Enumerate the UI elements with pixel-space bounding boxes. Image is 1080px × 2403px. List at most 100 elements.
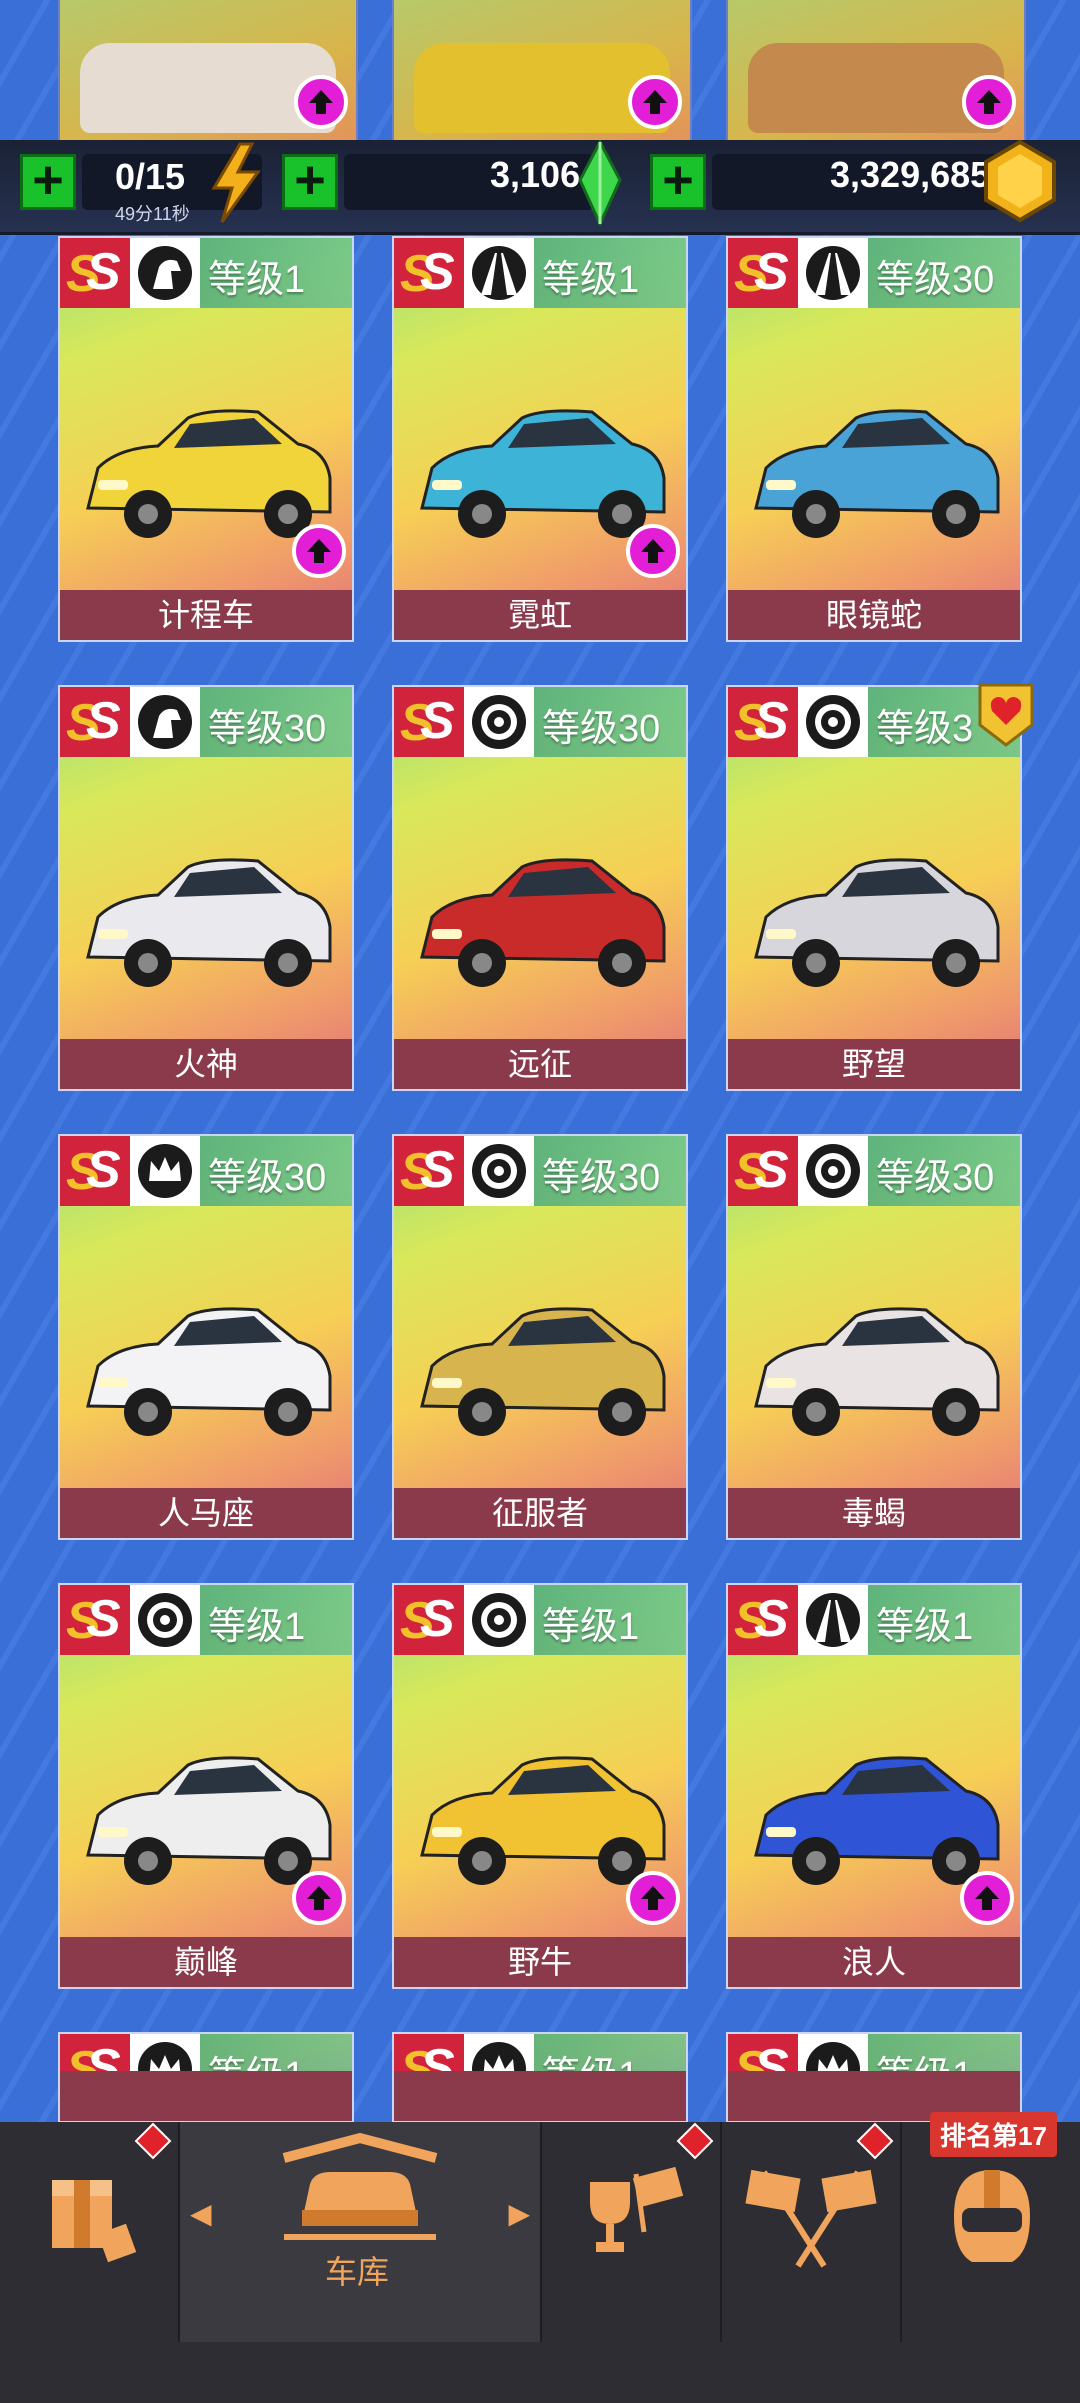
upgrade-icon[interactable] [626,524,680,578]
partial-car-card[interactable] [58,0,358,147]
car-image [86,409,332,538]
shop-icon [52,2180,137,2263]
car-name: 眼镜蛇 [728,590,1020,640]
ss-rank-icon: SS [60,238,130,308]
upgrade-icon[interactable] [628,75,682,129]
car-card[interactable]: SS 等级30 人马座 [58,1134,354,1540]
car-image [86,858,332,987]
nav-championships[interactable] [542,2122,722,2342]
car-card[interactable]: SS 等级30 远征 [392,685,688,1091]
ss-rank-icon: SS [728,687,798,757]
car-name: 毒蝎 [728,1488,1020,1538]
road-class-icon [798,238,868,308]
nav-leaderboard[interactable]: 排名第17 [902,2112,1080,2342]
trophy-flag-icon [590,2166,684,2252]
car-level: 等级3 [876,708,974,750]
notification-dot [856,2122,894,2160]
car-name: 远征 [394,1039,686,1089]
car-image [86,1307,332,1436]
add-energy-button[interactable]: + [20,153,76,210]
car-card[interactable]: SS 等级30 火神 [58,685,354,1091]
car-image [86,1756,332,1885]
car-level: 等级30 [876,259,995,301]
car-level: 等级1 [876,1606,974,1648]
upgrade-icon[interactable] [962,75,1016,129]
car-card[interactable]: SS 等级30 征服者 [392,1134,688,1540]
ss-rank-icon: SS [728,1585,798,1655]
checkered-flags-icon [745,2169,877,2268]
ss-rank-icon: SS [394,1136,464,1206]
upgrade-icon[interactable] [294,75,348,129]
tire-class-icon [798,1136,868,1206]
upgrade-icon[interactable] [292,1871,346,1925]
knight-class-icon [130,238,200,308]
car-image [420,1756,666,1885]
rank-badge: 排名第17 [930,2112,1057,2157]
tire-class-icon [798,687,868,757]
car-image [754,858,1000,987]
tire-class-icon [130,1585,200,1655]
coins-count: 3,329,685 [830,154,991,195]
gems-count: 3,106 [490,154,581,195]
garage-label: 车库 [325,2254,390,2290]
ss-rank-icon: SS [60,687,130,757]
add-gems-button[interactable]: + [282,153,338,210]
energy-count: 0/15 [115,156,186,197]
car-name: 火神 [60,1039,352,1089]
car-card[interactable]: SS 等级1 [726,2032,1022,2123]
add-coins-button[interactable]: + [650,153,706,210]
car-name: 霓虹 [394,590,686,640]
ss-rank-icon: SS [394,1585,464,1655]
nav-races[interactable] [722,2122,902,2342]
car-name [60,2071,352,2121]
ss-rank-icon: SS [728,238,798,308]
bottom-nav: ◀ ▶ 车库 排名第17 [0,2112,1080,2403]
car-level: 等级1 [208,259,306,301]
car-image [754,409,1000,538]
car-card[interactable]: SS 等级1 巅峰 [58,1583,354,1989]
car-image [754,1307,1000,1436]
tire-class-icon [464,1136,534,1206]
road-class-icon [798,1585,868,1655]
car-card[interactable]: SS 等级30 毒蝎 [726,1134,1022,1540]
tire-class-icon [464,1585,534,1655]
ss-rank-icon: SS [60,1136,130,1206]
nav-shop[interactable] [0,2122,180,2342]
car-name: 野牛 [394,1937,686,1987]
nav-right-arrow-icon[interactable]: ▶ [508,2197,530,2230]
car-card[interactable]: SS 等级1 霓虹 [392,236,688,642]
road-class-icon [464,238,534,308]
favorite-heart-icon[interactable] [976,681,1036,749]
car-name: 征服者 [394,1488,686,1538]
currency-bar: + 0/15 49分11秒 + 3,106 + 3,329,685 [0,139,1080,235]
car-card[interactable]: SS 等级30 眼镜蛇 [726,236,1022,642]
car-card[interactable]: SS 等级1 [392,2032,688,2123]
energy-timer: 49分11秒 [115,204,190,224]
car-card[interactable]: SS 等级1 [58,2032,354,2123]
car-card[interactable]: SS 等级1 野牛 [392,1583,688,1989]
ss-rank-icon: SS [394,238,464,308]
car-image [754,1756,1000,1885]
partial-car-card[interactable] [726,0,1026,147]
car-level: 等级1 [208,1606,306,1648]
car-image [420,858,666,987]
car-name: 巅峰 [60,1937,352,1987]
nav-garage[interactable]: ◀ ▶ 车库 [180,2122,542,2342]
upgrade-icon[interactable] [292,524,346,578]
car-card[interactable]: SS 等级1 计程车 [58,236,354,642]
helmet-icon [954,2170,1030,2262]
car-level: 等级30 [542,1157,661,1199]
nav-left-arrow-icon[interactable]: ◀ [190,2197,212,2230]
top-card-row [0,0,1080,150]
ss-rank-icon: SS [60,1585,130,1655]
partial-car-card[interactable] [392,0,692,147]
tire-class-icon [464,687,534,757]
coin-icon [984,139,1056,223]
notification-dot [676,2122,714,2160]
car-name: 野望 [728,1039,1020,1089]
knight-class-icon [130,687,200,757]
car-card[interactable]: SS 等级1 浪人 [726,1583,1022,1989]
car-image [420,409,666,538]
upgrade-icon[interactable] [626,1871,680,1925]
upgrade-icon[interactable] [960,1871,1014,1925]
